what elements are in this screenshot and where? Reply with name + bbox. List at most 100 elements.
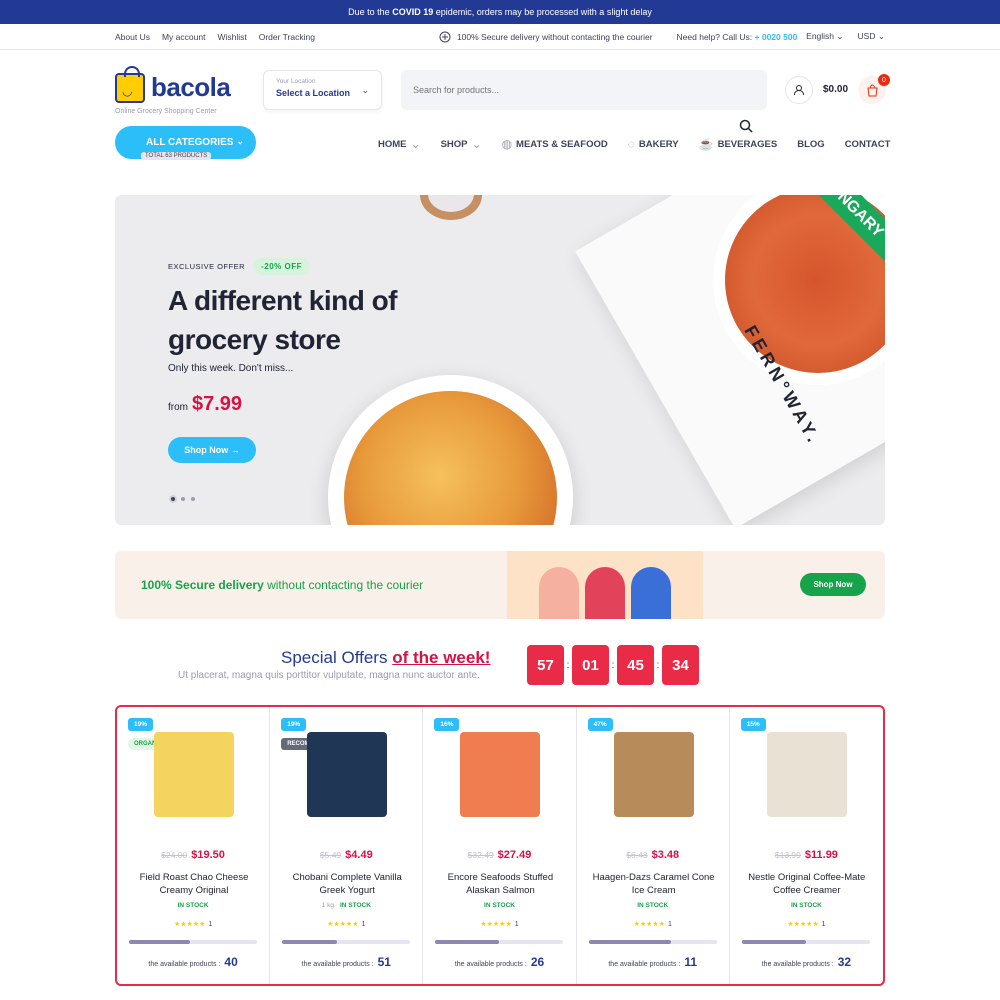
special-offers-title: Special Offers of the week! xyxy=(281,648,490,668)
available-label: the available products : xyxy=(761,961,834,968)
account-button[interactable] xyxy=(785,76,813,104)
special-offers-desc: Ut placerat, magna quis porttitor vulput… xyxy=(178,670,480,681)
rating: ★★★★★ 1 xyxy=(730,920,883,928)
stock-status: IN STOCK xyxy=(730,902,883,909)
secure-delivery-banner: 100% Secure delivery without contacting … xyxy=(115,551,885,619)
shopping-bag-logo-icon: ◡ xyxy=(115,65,145,103)
bread-icon: ◌ xyxy=(627,137,635,151)
banner-shop-now-button[interactable]: Shop Now xyxy=(800,573,866,596)
stock-label: IN STOCK xyxy=(339,902,371,909)
product-image[interactable] xyxy=(460,732,541,817)
product-name[interactable]: Chobani Complete Vanilla Greek Yogurt xyxy=(280,871,414,897)
link-my-account[interactable]: My account xyxy=(162,32,205,42)
search-input[interactable] xyxy=(401,70,767,110)
coffee-cup-icon: ☕ xyxy=(698,137,714,151)
available-count: 40 xyxy=(224,955,238,969)
product-card[interactable]: 15% $13.99 $11.99 Nestle Original Coffee-… xyxy=(730,707,883,984)
search-icon[interactable] xyxy=(739,119,753,133)
hero-price: $7.99 xyxy=(192,393,243,415)
shopping-bag-icon xyxy=(866,83,878,96)
product-image[interactable] xyxy=(307,732,388,817)
cart-button[interactable]: 0 xyxy=(858,74,890,104)
product-image[interactable] xyxy=(613,732,694,817)
stock-label: IN STOCK xyxy=(484,902,515,909)
available-products: the available products :32 xyxy=(730,955,883,969)
nav-shop[interactable]: SHOP ⌄ xyxy=(441,137,482,151)
product-name[interactable]: Field Roast Chao Cheese Creamy Original xyxy=(127,871,261,897)
stock-progress-bar xyxy=(435,940,564,944)
nav-beverages[interactable]: ☕ BEVERAGES xyxy=(699,137,778,151)
nav-meats-seafood[interactable]: ◍ MEATS & SEAFOOD xyxy=(502,137,608,151)
utility-links: About Us My account Wishlist Order Track… xyxy=(115,32,315,42)
slider-dot[interactable] xyxy=(181,497,185,501)
product-name[interactable]: Nestle Original Coffee-Mate Coffee Cream… xyxy=(740,871,874,897)
stock-progress-bar xyxy=(588,940,717,944)
old-price: $5.49 xyxy=(319,850,342,860)
link-wishlist[interactable]: Wishlist xyxy=(217,32,246,42)
language-label: English xyxy=(806,31,835,41)
link-order-tracking[interactable]: Order Tracking xyxy=(259,32,315,42)
hero-shop-now-button[interactable]: Shop Now → xyxy=(168,437,256,463)
help-phone[interactable]: + 0020 500 xyxy=(755,32,798,42)
utility-bar: About Us My account Wishlist Order Track… xyxy=(0,24,1000,50)
rating-count: 1 xyxy=(514,921,519,928)
rating-count: 1 xyxy=(208,921,213,928)
stock-status: IN STOCK xyxy=(117,902,269,909)
product-prices: $13.99 $11.99 xyxy=(730,849,883,861)
product-prices: $6.48 $3.48 xyxy=(577,849,729,861)
stock-progress-fill xyxy=(435,940,500,944)
available-count: 26 xyxy=(530,955,545,969)
person-figure xyxy=(539,567,579,619)
chevron-down-icon: ⌄ xyxy=(836,31,844,41)
product-image[interactable] xyxy=(154,732,234,817)
language-select[interactable]: English ⌄ xyxy=(806,31,843,42)
stock-progress-bar xyxy=(129,940,257,944)
product-name[interactable]: Haagen-Dazs Caramel Cone Ice Cream xyxy=(587,871,721,897)
cart-count-badge: 0 xyxy=(878,74,890,86)
location-selector[interactable]: Your Location Select a Location ⌄ xyxy=(263,70,382,110)
currency-label: USD xyxy=(857,31,876,41)
available-count: 51 xyxy=(377,955,391,969)
available-label: the available products : xyxy=(608,961,681,968)
help-contact: Need help? Call Us: + 0020 500 xyxy=(677,32,798,42)
total-products-badge: TOTAL 63 PRODUCTS xyxy=(141,152,212,160)
product-card[interactable]: 19% ORGANIC $24.00 $19.50 Field Roast Cha… xyxy=(117,707,271,984)
notice-text-post: epidemic, orders may be processed with a… xyxy=(435,7,652,17)
all-categories-button[interactable]: ALL CATEGORIES ⌄ TOTAL 63 PRODUCTS xyxy=(115,126,256,160)
currency-select[interactable]: USD ⌄ xyxy=(858,31,885,42)
product-image[interactable] xyxy=(766,732,847,817)
hero-shop-now-label: Shop Now xyxy=(184,445,229,455)
product-prices: $32.49 $27.49 xyxy=(423,849,575,861)
product-name[interactable]: Encore Seafoods Stuffed Alaskan Salmon xyxy=(433,871,567,897)
available-label: the available products : xyxy=(301,961,374,968)
banner-text-bold: 100% Secure delivery xyxy=(141,578,264,592)
available-label: the available products : xyxy=(148,961,221,968)
product-card[interactable]: 16% $32.49 $27.49 Encore Seafoods Stuffed… xyxy=(423,707,577,984)
logo-text: bacola xyxy=(151,72,231,102)
nav-home[interactable]: HOME ⌄ xyxy=(378,137,421,151)
chevron-down-icon: ⌄ xyxy=(410,137,421,151)
product-unit: 1 kg xyxy=(321,902,334,909)
slider-dots xyxy=(171,497,195,501)
help-text: Need help? Call Us: xyxy=(676,31,753,42)
countdown-days: 57 xyxy=(527,645,564,685)
product-card[interactable]: 47% $6.48 $3.48 Haagen-Dazs Caramel Cone … xyxy=(577,707,730,984)
rating-count: 1 xyxy=(667,921,672,928)
slider-dot[interactable] xyxy=(171,497,175,501)
covid-notice-bar: Due to the COVID 19 epidemic, orders may… xyxy=(0,0,1000,24)
discount-badge: 47% xyxy=(587,718,613,731)
link-about-us[interactable]: About Us xyxy=(115,32,150,42)
nav-blog[interactable]: BLOG xyxy=(797,139,824,150)
nav-bakery[interactable]: ◌ BAKERY xyxy=(628,137,679,151)
logo[interactable]: ◡ bacola Online Grocery Shopping Center xyxy=(115,65,231,115)
product-card[interactable]: 19% RECOMMENDED $5.49$4.49 Chobani Compl… xyxy=(270,707,424,984)
nav-contact[interactable]: CONTACT xyxy=(845,139,891,150)
stock-label: IN STOCK xyxy=(637,902,669,909)
countdown-seconds: 34 xyxy=(662,645,699,685)
countdown-hours: 01 xyxy=(572,645,609,685)
secure-delivery-note: 100% Secure delivery without contacting … xyxy=(439,31,653,43)
slider-dot[interactable] xyxy=(191,497,195,501)
discount-badge: 19% xyxy=(128,718,154,731)
user-icon xyxy=(794,85,804,96)
stock-progress-fill xyxy=(129,940,191,944)
